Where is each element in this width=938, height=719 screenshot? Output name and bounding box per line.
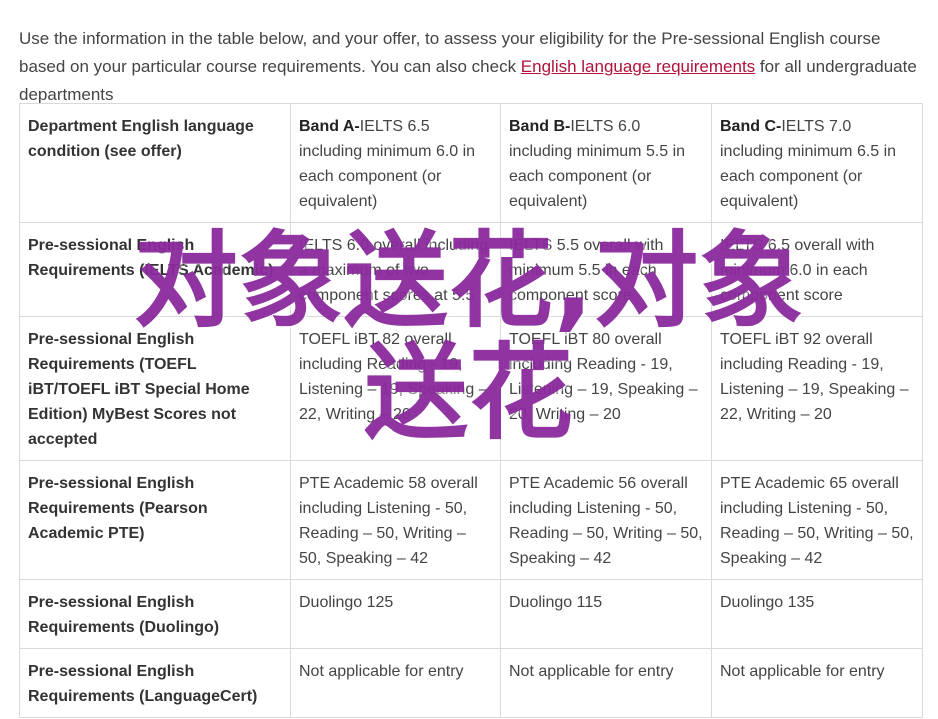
english-language-requirements-link[interactable]: English language requirements: [521, 57, 755, 76]
row-label: Pre-sessional English Requirements (IELT…: [19, 222, 291, 317]
band-b-name: Band B-: [509, 118, 571, 135]
table-cell: Duolingo 125: [290, 579, 501, 649]
header-label-cell: Department English language condition (s…: [19, 103, 291, 223]
table-cell: TOEFL iBT 92 overall including Reading -…: [711, 316, 923, 461]
table-cell: TOEFL iBT 80 overall including Reading -…: [500, 316, 712, 461]
table-cell: IELTS 5.5 overall with minimum 5.5 in ea…: [500, 222, 712, 317]
table-cell: PTE Academic 58 overall including Listen…: [290, 460, 501, 580]
requirements-table: Department English language condition (s…: [19, 103, 923, 718]
table-row-languagecert: Pre-sessional English Requirements (Lang…: [19, 648, 923, 718]
table-cell: Duolingo 135: [711, 579, 923, 649]
band-c-name: Band C-: [720, 118, 782, 135]
table-cell: TOEFL iBT 82 overall including Reading -…: [290, 316, 501, 461]
intro-paragraph: Use the information in the table below, …: [19, 25, 929, 109]
row-label: Pre-sessional English Requirements (Pear…: [19, 460, 291, 580]
table-header-row: Department English language condition (s…: [19, 103, 923, 223]
band-a-name: Band A-: [299, 118, 360, 135]
row-label: Pre-sessional English Requirements (TOEF…: [19, 316, 291, 461]
band-a-cell: Band A-IELTS 6.5 including minimum 6.0 i…: [290, 103, 501, 223]
table-cell: PTE Academic 65 overall including Listen…: [711, 460, 923, 580]
table-cell: Duolingo 115: [500, 579, 712, 649]
table-row-toefl: Pre-sessional English Requirements (TOEF…: [19, 316, 923, 461]
table-row-duolingo: Pre-sessional English Requirements (Duol…: [19, 579, 923, 649]
table-cell: Not applicable for entry: [290, 648, 501, 718]
table-cell: Not applicable for entry: [500, 648, 712, 718]
table-cell: IELTS 6.5 overall with minimum 6.0 in ea…: [711, 222, 923, 317]
table-cell: IELTS 6.0 overall including a maximum of…: [290, 222, 501, 317]
band-c-cell: Band C-IELTS 7.0 including minimum 6.5 i…: [711, 103, 923, 223]
table-row-pte: Pre-sessional English Requirements (Pear…: [19, 460, 923, 580]
row-label: Pre-sessional English Requirements (Duol…: [19, 579, 291, 649]
row-label: Pre-sessional English Requirements (Lang…: [19, 648, 291, 718]
table-cell: Not applicable for entry: [711, 648, 923, 718]
table-cell: PTE Academic 56 overall including Listen…: [500, 460, 712, 580]
table-row-ielts: Pre-sessional English Requirements (IELT…: [19, 222, 923, 317]
band-b-cell: Band B-IELTS 6.0 including minimum 5.5 i…: [500, 103, 712, 223]
